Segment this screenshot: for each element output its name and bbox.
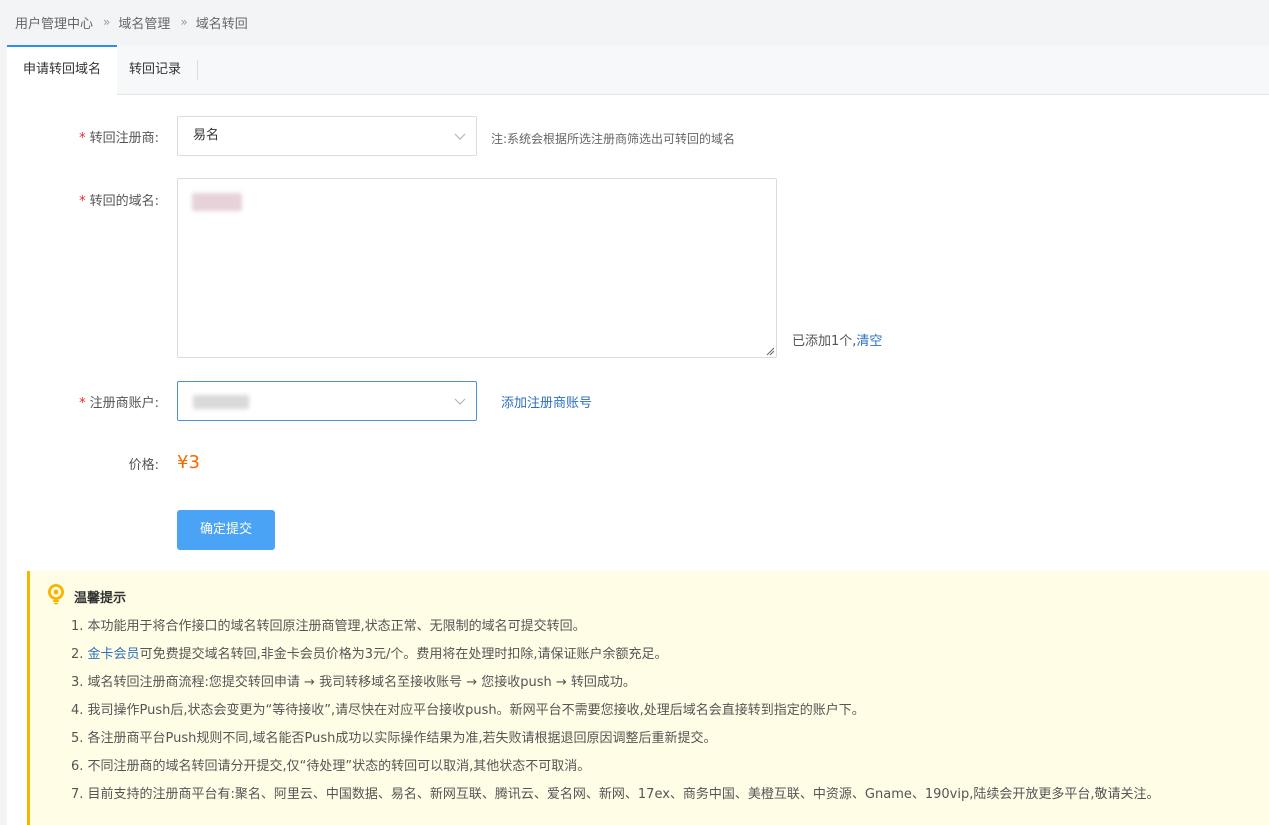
domain-label: * 转回的域名: [7, 190, 159, 209]
domain-added-note: 已添加1个,清空 [792, 330, 882, 349]
clear-link[interactable]: 清空 [856, 334, 882, 349]
registrar-label-text: 转回注册商: [89, 131, 159, 146]
price-label: 价格: [128, 458, 159, 473]
registrar-label: * 转回注册商: [7, 127, 159, 146]
redacted-domain [192, 193, 242, 211]
tips-title: 温馨提示 [74, 591, 127, 606]
tips-box: 温馨提示 1. 本功能用于将合作接口的域名转回原注册商管理,状态正常、无限制的域… [27, 571, 1269, 825]
breadcrumb-separator: » [103, 15, 111, 29]
tip-text: 2. [71, 647, 88, 662]
tip-text: 3. 域名转回注册商流程:您提交转回申请 → 我司转移域名至接收账号 → 您接收… [71, 675, 636, 690]
tip-item-7: 7. 目前支持的注册商平台有:聚名、阿里云、中国数据、易名、新网互联、腾讯云、爱… [71, 785, 1160, 813]
domain-label-text: 转回的域名: [89, 194, 159, 209]
tab-bar: 申请转回域名 转回记录 [7, 45, 1269, 96]
tip-item-5: 5. 各注册商平台Push规则不同,域名能否Push成功以实际操作结果为准,若失… [71, 729, 1160, 757]
account-label-text: 注册商账户: [89, 396, 159, 411]
registrar-note: 注:系统会根据所选注册商筛选出可转回的域名 [491, 132, 736, 146]
redacted-account [193, 395, 249, 409]
breadcrumb-item-domain-transfer-back: 域名转回 [195, 16, 248, 32]
breadcrumb-item-domain-management[interactable]: 域名管理 [118, 13, 170, 32]
chevron-down-icon [454, 398, 466, 405]
lightbulb-icon [48, 584, 64, 605]
required-mark: * [79, 131, 86, 146]
main-panel: 申请转回域名 转回记录 * 转回注册商: 易名 注:系统会根据所选注册商筛选出可转… [7, 45, 1269, 825]
tab-apply-transfer-back[interactable]: 申请转回域名 [7, 45, 117, 96]
tip-item-1: 1. 本功能用于将合作接口的域名转回原注册商管理,状态正常、无限制的域名可提交转… [71, 617, 1160, 645]
tip-item-2: 2. 金卡会员可免费提交域名转回,非金卡会员价格为3元/个。费用将在处理时扣除,… [71, 645, 1160, 673]
domain-added-count: 已添加1个, [792, 334, 857, 349]
breadcrumb-separator: » [180, 15, 188, 29]
tip-text: 4. 我司操作Push后,状态会变更为“等待接收”,请尽快在对应平台接收push… [71, 703, 865, 718]
tip-text: 1. 本功能用于将合作接口的域名转回原注册商管理,状态正常、无限制的域名可提交转… [71, 619, 586, 634]
account-select[interactable] [177, 381, 477, 421]
gold-member-link[interactable]: 金卡会员 [88, 647, 140, 662]
tip-item-3: 3. 域名转回注册商流程:您提交转回申请 → 我司转移域名至接收账号 → 您接收… [71, 673, 1160, 701]
chevron-down-icon [454, 133, 466, 140]
breadcrumb: 用户管理中心 » 域名管理 » 域名转回 [0, 0, 1269, 44]
tab-transfer-records[interactable]: 转回记录 [129, 45, 181, 95]
resize-handle-icon[interactable] [765, 346, 775, 356]
account-label: * 注册商账户: [7, 392, 159, 411]
tip-text: 7. 目前支持的注册商平台有:聚名、阿里云、中国数据、易名、新网互联、腾讯云、爱… [71, 787, 1160, 802]
tab-divider [197, 60, 198, 80]
tip-item-6: 6. 不同注册商的域名转回请分开提交,仅“待处理”状态的转回可以取消,其他状态不… [71, 757, 1160, 785]
registrar-select[interactable]: 易名 [177, 116, 477, 156]
tip-text: 可免费提交域名转回,非金卡会员价格为3元/个。费用将在处理时扣除,请保证账户余额… [139, 647, 668, 662]
tip-item-4: 4. 我司操作Push后,状态会变更为“等待接收”,请尽快在对应平台接收push… [71, 701, 1160, 729]
required-mark: * [79, 396, 86, 411]
price-value: ¥3 [177, 452, 200, 473]
required-mark: * [79, 194, 86, 209]
tip-text: 5. 各注册商平台Push规则不同,域名能否Push成功以实际操作结果为准,若失… [71, 731, 717, 746]
submit-button[interactable]: 确定提交 [177, 510, 275, 550]
breadcrumb-item-user-center[interactable]: 用户管理中心 [15, 13, 93, 32]
tips-list: 1. 本功能用于将合作接口的域名转回原注册商管理,状态正常、无限制的域名可提交转… [71, 617, 1160, 813]
tip-text: 6. 不同注册商的域名转回请分开提交,仅“待处理”状态的转回可以取消,其他状态不… [71, 759, 591, 774]
registrar-select-value: 易名 [193, 128, 220, 143]
add-registrar-account-link[interactable]: 添加注册商账号 [501, 392, 592, 411]
domain-textarea[interactable] [177, 178, 777, 358]
